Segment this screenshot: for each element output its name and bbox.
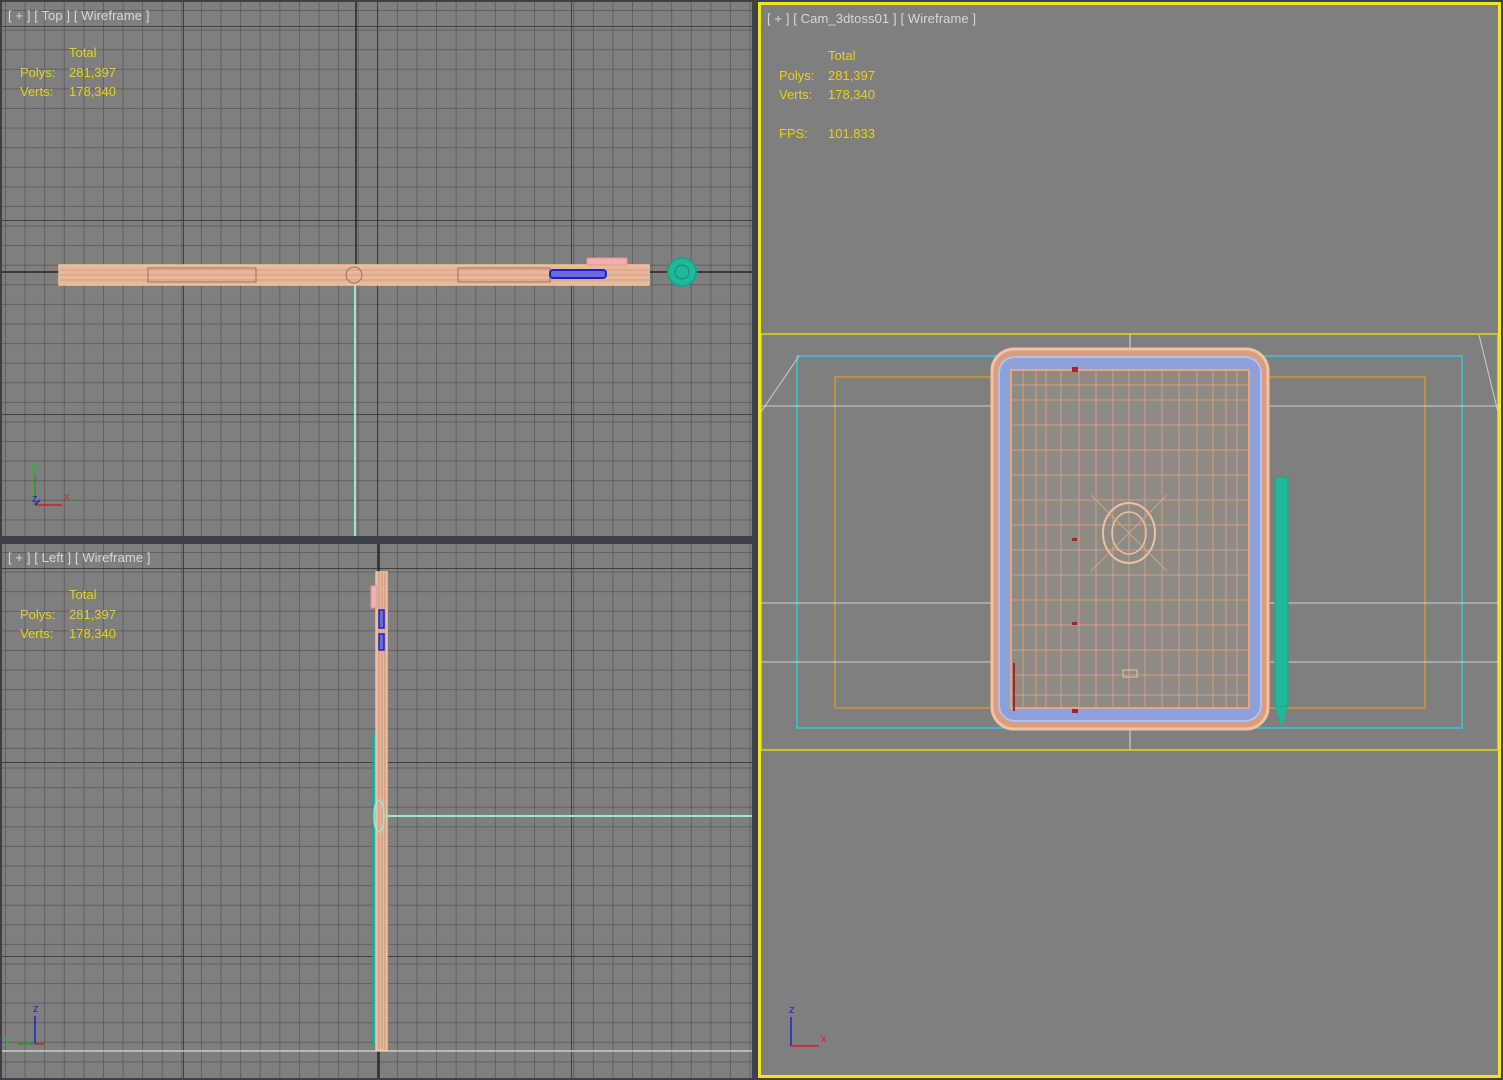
pencil-front-wireframe	[1274, 476, 1289, 727]
polys-value: 281,397	[69, 64, 116, 80]
axis-gizmo: y z x	[32, 461, 70, 506]
pencil-top-wireframe	[667, 257, 697, 287]
stats-overlay: Total Polys: 281,397 Verts: 178,340	[20, 43, 116, 102]
viewport-label[interactable]: [ + ] [ Left ] [ Wireframe ]	[8, 550, 151, 565]
stats-overlay: Total Polys: 281,397 Verts: 178,340	[20, 585, 116, 644]
stats-header: Total	[828, 48, 856, 63]
viewport-camera[interactable]: z x [ + ] [ Cam_3dtoss01 ] [ Wireframe ]…	[758, 2, 1501, 1078]
stats-header: Total	[69, 45, 97, 60]
viewport-label[interactable]: [ + ] [ Cam_3dtoss01 ] [ Wireframe ]	[767, 11, 976, 26]
polys-label: Polys:	[779, 67, 815, 83]
viewport-top[interactable]: y z x [ + ] [ Top ] [ Wireframe ] Total …	[2, 2, 752, 536]
fps-label: FPS:	[779, 125, 808, 141]
fps-value: 101.833	[828, 125, 875, 141]
verts-label: Verts:	[20, 84, 54, 99]
axis-y-label: y	[4, 1034, 10, 1046]
polys-label: Polys:	[20, 606, 56, 622]
verts-label: Verts:	[20, 626, 54, 641]
polys-label: Polys:	[20, 64, 56, 80]
verts-label: Verts:	[779, 87, 813, 102]
camera-scene: z x	[761, 333, 1498, 1047]
axis-y-label: y	[32, 461, 38, 473]
axis-z-label: z	[32, 493, 38, 505]
axis-z-label: z	[33, 1003, 39, 1015]
axis-gizmo: z y	[4, 1003, 44, 1046]
stats-overlay: Total Polys: 281,397 Verts: 178,340 FPS:…	[779, 46, 875, 143]
ipad-front-wireframe	[990, 347, 1270, 731]
verts-value: 178,340	[69, 84, 116, 99]
ipad-top-wireframe	[58, 257, 650, 286]
stats-header: Total	[69, 587, 97, 602]
axis-z-label: z	[789, 1004, 795, 1016]
verts-value: 178,340	[828, 87, 875, 102]
axis-x-label: x	[64, 491, 70, 503]
viewport-label[interactable]: [ + ] [ Top ] [ Wireframe ]	[8, 8, 150, 23]
verts-value: 178,340	[69, 626, 116, 641]
viewport-left[interactable]: z y [ + ] [ Left ] [ Wireframe ] Total P…	[2, 544, 752, 1078]
axis-x-label: x	[821, 1033, 827, 1045]
polys-value: 281,397	[828, 67, 875, 83]
axis-gizmo: z x	[789, 1004, 827, 1047]
polys-value: 281,397	[69, 606, 116, 622]
